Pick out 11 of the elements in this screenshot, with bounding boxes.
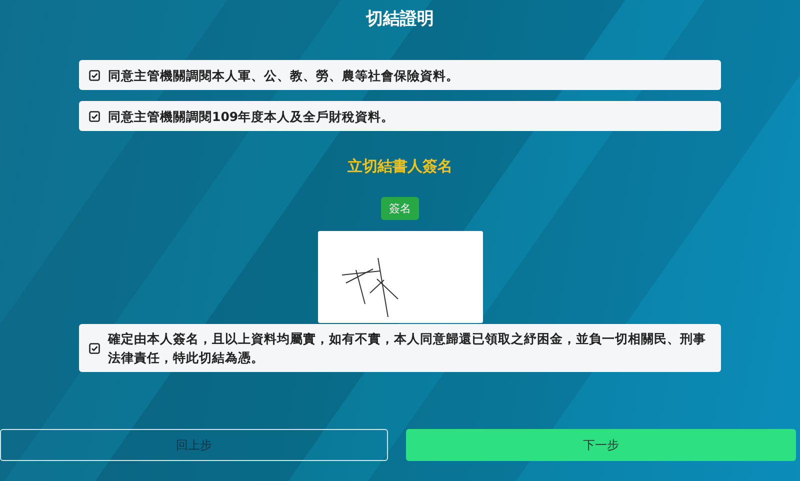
back-button[interactable]: 回上步 (0, 429, 388, 461)
consent-text: 同意主管機關調閱109年度本人及全戶財稅資料。 (108, 108, 394, 126)
checkbox[interactable] (89, 342, 100, 354)
page-title: 切結證明 (366, 8, 434, 30)
consent-text: 同意主管機關調閱本人軍、公、教、勞、農等社會保險資料。 (108, 66, 459, 84)
sign-button[interactable]: 簽名 (381, 197, 419, 220)
declaration-text: 確定由本人簽名，且以上資料均屬實，如有不實，本人同意歸還已領取之紓困金，並負一切相關民、刑事法律責任，特此切結為憑。 (108, 330, 707, 367)
checkbox[interactable] (89, 110, 100, 122)
next-button[interactable]: 下一步 (406, 429, 796, 461)
checkbox[interactable] (89, 70, 100, 80)
signature-heading: 立切結書人簽名 (348, 156, 452, 176)
